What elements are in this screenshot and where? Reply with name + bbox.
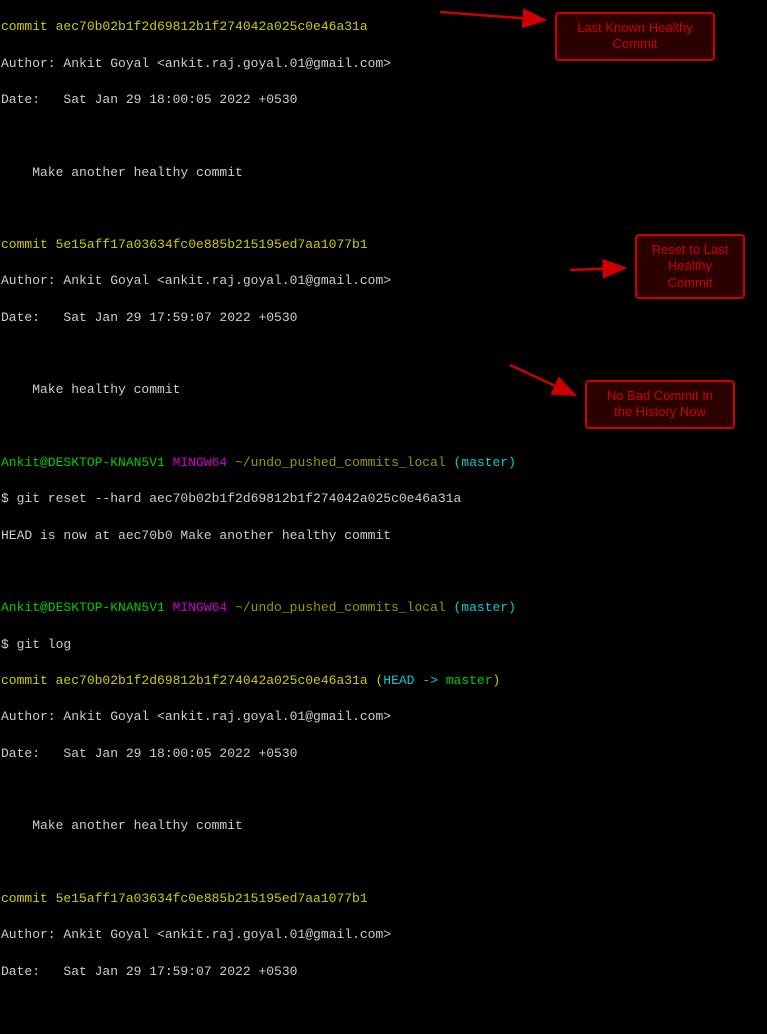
callout-no-bad-commit: No Bad Commit In the History Now [585,380,735,429]
terminal-output: commit aec70b02b1f2d69812b1f274042a025c0… [0,0,767,1034]
commit-hash-head: commit aec70b02b1f2d69812b1f274042a025c0… [1,672,766,690]
callout-healthy-commit: Last Known Healthy Commit [555,12,715,61]
log-command: $ git log [1,636,766,654]
date-line: Date: Sat Jan 29 18:00:05 2022 +0530 [1,745,766,763]
callout-reset: Reset to Last Healthy Commit [635,234,745,299]
callout-text: Last Known Healthy Commit [577,20,693,51]
shell-prompt: Ankit@DESKTOP-KNAN5V1 MINGW64 ~/undo_pus… [1,599,766,617]
date-line: Date: Sat Jan 29 17:59:07 2022 +0530 [1,963,766,981]
callout-text: Reset to Last Healthy Commit [652,242,729,290]
commit-hash: commit 5e15aff17a03634fc0e885b215195ed7a… [1,891,368,906]
callout-text: No Bad Commit In the History Now [607,388,713,419]
shell-prompt: Ankit@DESKTOP-KNAN5V1 MINGW64 ~/undo_pus… [1,454,766,472]
reset-result: HEAD is now at aec70b0 Make another heal… [1,527,766,545]
date-line: Date: Sat Jan 29 18:00:05 2022 +0530 [1,91,766,109]
commit-hash: commit 5e15aff17a03634fc0e885b215195ed7a… [1,237,368,252]
date-line: Date: Sat Jan 29 17:59:07 2022 +0530 [1,309,766,327]
author-line: Author: Ankit Goyal <ankit.raj.goyal.01@… [1,926,766,944]
commit-message: Make another healthy commit [1,164,766,182]
commit-hash: commit aec70b02b1f2d69812b1f274042a025c0… [1,19,368,34]
reset-command: $ git reset --hard aec70b02b1f2d69812b1f… [1,490,766,508]
author-line: Author: Ankit Goyal <ankit.raj.goyal.01@… [1,708,766,726]
commit-message: Make another healthy commit [1,817,766,835]
